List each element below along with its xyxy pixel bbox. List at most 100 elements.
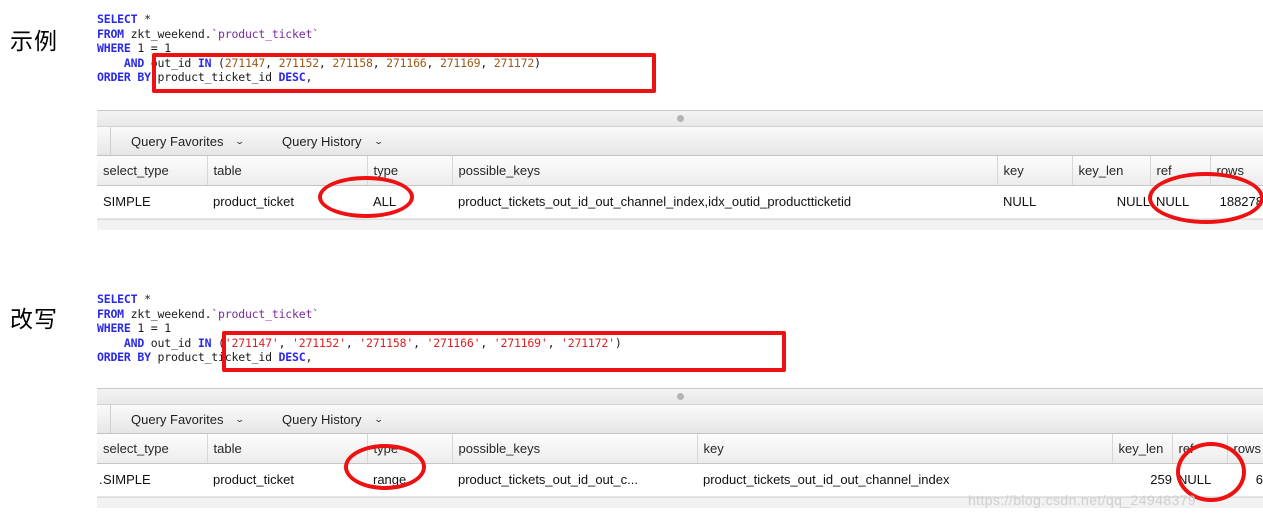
sql-token: 271147 bbox=[224, 55, 266, 70]
sql-token: product_ticket_id bbox=[150, 70, 279, 85]
sql-token: '271147' bbox=[224, 335, 279, 350]
tab-query-favorites[interactable]: Query Favorites ⌄ bbox=[111, 405, 262, 433]
table-row[interactable]: SIMPLE product_ticket ALL product_tickets_o… bbox=[97, 185, 1263, 219]
section-label-example: 示例 bbox=[10, 29, 58, 55]
column-header-select_type[interactable]: select_type bbox=[97, 434, 208, 464]
cell-possible_keys[interactable]: product_tickets_out_id_out_channel_index… bbox=[452, 185, 997, 219]
cell-select_type[interactable]: SIMPLE bbox=[97, 185, 207, 219]
cell-rows[interactable]: 188278 bbox=[1210, 185, 1263, 219]
sql-token: , bbox=[547, 335, 562, 350]
sql-token: 1 = 1 bbox=[130, 41, 171, 56]
column-header-key_len[interactable]: key_len bbox=[1072, 156, 1151, 186]
cell-possible_keys[interactable]: product_tickets_out_id_out_c... bbox=[452, 463, 697, 497]
sql-token: AND bbox=[97, 335, 145, 350]
explain-grid-original: select_type table type possible_keys key key_… bbox=[97, 156, 1263, 219]
sql-token: `product_ticket` bbox=[211, 306, 319, 321]
resize-grip-icon[interactable] bbox=[677, 393, 684, 400]
column-header-ref[interactable]: ref bbox=[1172, 434, 1228, 464]
sql-token: 271166 bbox=[386, 55, 427, 70]
sql-line: FROM zkt_weekend.`product_ticket` bbox=[97, 307, 622, 322]
column-header-type[interactable]: type bbox=[367, 156, 453, 186]
sql-line: SELECT * bbox=[97, 12, 541, 27]
sql-token: ) bbox=[614, 335, 622, 350]
sql-token: , bbox=[426, 55, 440, 70]
toolbar-edge bbox=[101, 127, 111, 155]
sql-line: FROM zkt_weekend.`product_ticket` bbox=[97, 27, 541, 42]
tab-query-favorites[interactable]: Query Favorites ⌄ bbox=[111, 127, 262, 155]
sql-token: , bbox=[265, 55, 279, 70]
cell-key_len[interactable]: NULL bbox=[1072, 185, 1150, 219]
sql-token: , bbox=[480, 55, 494, 70]
chevron-down-icon[interactable]: ⌄ bbox=[235, 136, 245, 146]
sql-line: ORDER BY product_ticket_id DESC, bbox=[97, 350, 622, 365]
sql-token: '271152' bbox=[292, 335, 346, 350]
sql-token: ( bbox=[211, 55, 225, 70]
cell-type[interactable]: range bbox=[367, 463, 452, 497]
sql-token: `product_ticket` bbox=[211, 26, 319, 41]
sql-token: , bbox=[318, 55, 333, 70]
watermark: https://blog.csdn.net/qq_24948379 bbox=[968, 492, 1197, 508]
sql-token: out_id bbox=[144, 335, 198, 350]
column-header-key[interactable]: key bbox=[697, 434, 1113, 464]
table-header-row: select_type table type possible_keys key key_… bbox=[97, 434, 1263, 464]
sql-token: AND bbox=[97, 55, 145, 70]
cell-table[interactable]: product_ticket bbox=[207, 185, 367, 219]
column-header-key_len[interactable]: key_len bbox=[1112, 434, 1173, 464]
tab-query-history-label: Query History bbox=[282, 411, 362, 427]
sql-token: 271152 bbox=[278, 55, 320, 70]
sql-token: , bbox=[278, 335, 293, 350]
cell-rows[interactable]: 6 bbox=[1227, 463, 1263, 497]
sql-editor-rewritten[interactable]: SELECT * FROM zkt_weekend.`product_ticket… bbox=[97, 292, 622, 365]
column-header-possible_keys[interactable]: possible_keys bbox=[452, 434, 698, 464]
table-header-row: select_type table type possible_keys key key_… bbox=[97, 156, 1263, 186]
sql-token: '271158' bbox=[359, 335, 414, 350]
sql-line: ORDER BY product_ticket_id DESC, bbox=[97, 70, 541, 85]
sql-token: DESC bbox=[278, 70, 306, 85]
sql-token: 271172 bbox=[493, 55, 535, 70]
cell-type[interactable]: ALL bbox=[367, 185, 452, 219]
sql-token: out_id bbox=[144, 55, 198, 70]
tab-query-history[interactable]: Query History ⌄ bbox=[262, 127, 400, 155]
sql-token: IN bbox=[197, 55, 212, 70]
panel-resize-bar[interactable] bbox=[97, 111, 1263, 127]
tab-query-favorites-label: Query Favorites bbox=[131, 133, 224, 149]
sql-line: SELECT * bbox=[97, 292, 622, 307]
column-header-type[interactable]: type bbox=[367, 434, 453, 464]
panel-footer bbox=[97, 219, 1263, 230]
sql-token: WHERE bbox=[97, 41, 131, 56]
panel-resize-bar[interactable] bbox=[97, 389, 1263, 405]
cell-select_type[interactable]: SIMPLE bbox=[97, 463, 207, 497]
column-header-key[interactable]: key bbox=[997, 156, 1073, 186]
sql-token: ORDER BY bbox=[97, 70, 151, 85]
section-label-rewrite: 改写 bbox=[10, 307, 58, 333]
sql-editor-original[interactable]: SELECT * FROM zkt_weekend.`product_ticket… bbox=[97, 12, 541, 85]
sql-token: zkt_weekend. bbox=[123, 306, 212, 321]
chevron-down-icon[interactable]: ⌄ bbox=[373, 136, 383, 146]
column-header-table[interactable]: table bbox=[207, 434, 368, 464]
column-header-ref[interactable]: ref bbox=[1150, 156, 1211, 186]
column-header-table[interactable]: table bbox=[207, 156, 368, 186]
column-header-rows[interactable]: rows bbox=[1210, 156, 1263, 186]
column-header-select_type[interactable]: select_type bbox=[97, 156, 208, 186]
toolbar-edge bbox=[101, 405, 111, 433]
tab-query-history[interactable]: Query History ⌄ bbox=[262, 405, 400, 433]
sql-token: 271169 bbox=[439, 55, 481, 70]
sql-token: 271158 bbox=[332, 55, 373, 70]
cell-table[interactable]: product_ticket bbox=[207, 463, 367, 497]
resize-grip-icon[interactable] bbox=[677, 115, 684, 122]
sql-token: '271169' bbox=[493, 335, 548, 350]
column-header-possible_keys[interactable]: possible_keys bbox=[452, 156, 998, 186]
query-toolbar: Query Favorites ⌄ Query History ⌄ bbox=[97, 127, 1263, 156]
cell-ref[interactable]: NULL bbox=[1150, 185, 1210, 219]
sql-token: '271166' bbox=[426, 335, 481, 350]
sql-line: AND out_id IN (271147, 271152, 271158, 2… bbox=[97, 56, 541, 71]
sql-token: 1 = 1 bbox=[130, 321, 171, 336]
sql-token: ) bbox=[534, 55, 541, 70]
cell-key[interactable]: NULL bbox=[997, 185, 1072, 219]
sql-token: SELECT bbox=[97, 292, 138, 306]
sql-line: WHERE 1 = 1 bbox=[97, 321, 622, 336]
column-header-rows[interactable]: rows bbox=[1227, 434, 1263, 464]
sql-token: ORDER BY bbox=[97, 350, 151, 365]
chevron-down-icon[interactable]: ⌄ bbox=[373, 414, 383, 424]
chevron-down-icon[interactable]: ⌄ bbox=[235, 414, 245, 424]
